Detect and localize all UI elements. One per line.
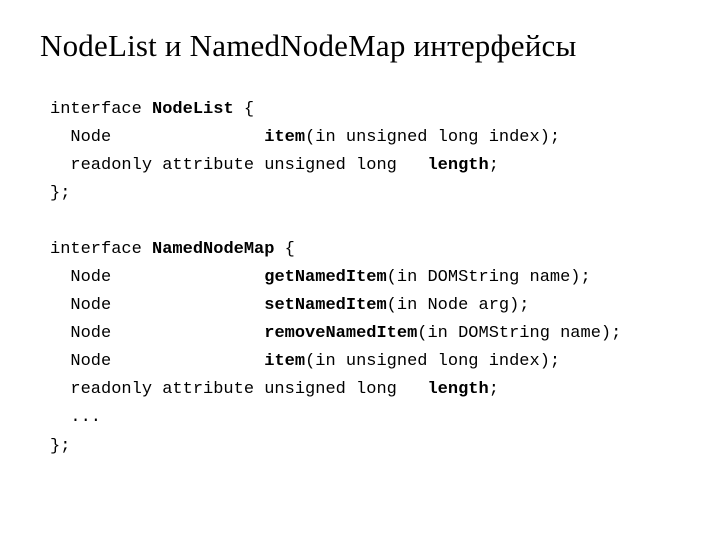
code-bold: item (264, 128, 305, 147)
code-text: (in Node arg); (387, 296, 530, 315)
code-text: (in DOMString name); (387, 268, 591, 287)
code-text: interface (50, 100, 152, 119)
code-text: readonly attribute unsigned long (50, 380, 427, 399)
code-text: Node (50, 128, 264, 147)
code-bold: length (427, 380, 488, 399)
code-text: (in unsigned long index); (305, 128, 560, 147)
spacer (40, 208, 680, 236)
code-bold: NodeList (152, 100, 234, 119)
code-text: Node (50, 324, 264, 343)
code-bold: removeNamedItem (264, 324, 417, 343)
code-text: }; (50, 437, 70, 456)
code-text: Node (50, 352, 264, 371)
code-text: ... (50, 408, 101, 427)
code-bold: length (427, 156, 488, 175)
code-text: { (234, 100, 254, 119)
code-text: { (274, 240, 294, 259)
code-text: (in unsigned long index); (305, 352, 560, 371)
code-text: ; (489, 156, 499, 175)
code-bold: setNamedItem (264, 296, 386, 315)
code-block-nodelist: interface NodeList { Node item(in unsign… (40, 96, 680, 208)
code-bold: getNamedItem (264, 268, 386, 287)
code-text: Node (50, 296, 264, 315)
code-text: readonly attribute unsigned long (50, 156, 427, 175)
code-text: (in DOMString name); (417, 324, 621, 343)
code-text: interface (50, 240, 152, 259)
code-bold: item (264, 352, 305, 371)
code-text: }; (50, 184, 70, 203)
code-block-namednodemap: interface NamedNodeMap { Node getNamedIt… (40, 236, 680, 460)
code-bold: NamedNodeMap (152, 240, 274, 259)
code-text: ; (489, 380, 499, 399)
page-title: NodeList и NamedNodeMap интерфейсы (40, 28, 680, 64)
code-text: Node (50, 268, 264, 287)
